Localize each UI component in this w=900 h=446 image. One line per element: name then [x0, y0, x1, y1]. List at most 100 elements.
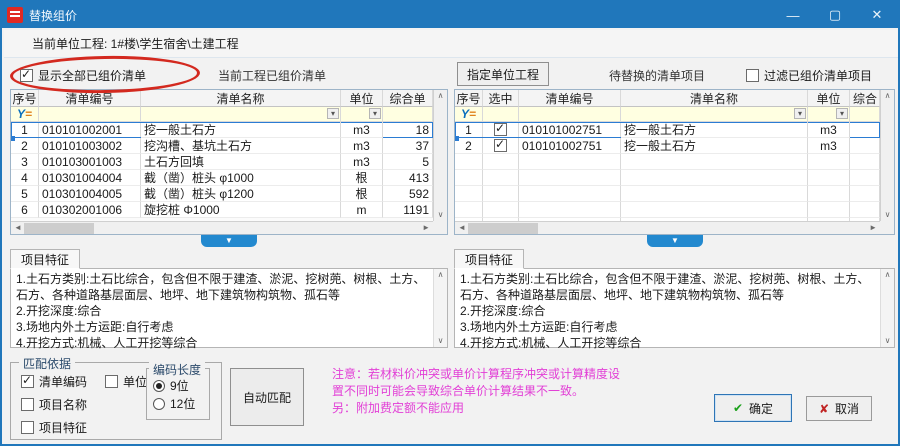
dropdown-icon[interactable]: ▾: [369, 108, 381, 119]
scroll-left-arrow[interactable]: ◄: [14, 224, 22, 232]
col-header-code[interactable]: 清单编号: [519, 90, 621, 107]
match-check-item-name[interactable]: 项目名称: [21, 396, 87, 413]
scroll-down-arrow[interactable]: ∨: [434, 337, 447, 345]
dropdown-icon[interactable]: ▾: [836, 108, 848, 119]
collapse-panel-button[interactable]: ▼: [647, 235, 703, 247]
filter-row[interactable]: Y= ▾ ▾: [11, 107, 433, 122]
table-row[interactable]: 1 010101002001 挖一般土石方 m3 18: [11, 122, 433, 138]
col-header-no[interactable]: 序号: [11, 90, 39, 107]
filter-priced-checkbox[interactable]: 过滤已组价清单项目: [746, 67, 872, 84]
radio-12-digits[interactable]: 12位: [153, 395, 195, 412]
scroll-down-arrow[interactable]: ∨: [881, 337, 894, 345]
table-header-row: 序号 选中 清单编号 清单名称 单位 综合: [455, 90, 880, 107]
checkbox-icon[interactable]: [21, 421, 34, 434]
radio-icon[interactable]: [153, 380, 165, 392]
match-check-item-features[interactable]: 项目特征: [21, 419, 87, 436]
checkbox-icon[interactable]: [20, 69, 33, 82]
scrollbar-thumb[interactable]: [24, 223, 94, 234]
table-row[interactable]: 5 010301004005 截（凿）桩头 φ1200 根 592: [11, 186, 433, 202]
filter-cell[interactable]: ▾: [808, 107, 850, 122]
cell-selected[interactable]: [483, 138, 519, 154]
col-header-unit[interactable]: 单位: [341, 90, 383, 107]
scroll-down-arrow[interactable]: ∨: [434, 211, 447, 219]
col-header-unit[interactable]: 单位: [808, 90, 850, 107]
filter-cell[interactable]: [383, 107, 433, 122]
scroll-right-arrow[interactable]: ►: [869, 224, 877, 232]
match-check-list-code[interactable]: 清单编码: [21, 373, 87, 390]
radio-icon[interactable]: [153, 398, 165, 410]
col-header-price[interactable]: 综合: [850, 90, 880, 107]
close-button[interactable]: ✕: [856, 2, 898, 28]
filter-icon[interactable]: Y=: [11, 107, 39, 122]
checkbox-icon[interactable]: [21, 398, 34, 411]
scroll-right-arrow[interactable]: ►: [422, 224, 430, 232]
filter-row[interactable]: Y= ▾ ▾: [455, 107, 880, 122]
cancel-button[interactable]: ✘ 取消: [806, 396, 872, 421]
app-icon: [7, 7, 23, 23]
tab-features-right[interactable]: 项目特征: [454, 249, 524, 269]
col-header-code[interactable]: 清单编号: [39, 90, 141, 107]
dropdown-icon[interactable]: ▾: [794, 108, 806, 119]
table-row[interactable]: 2 010101003002 挖沟槽、基坑土石方 m3 37: [11, 138, 433, 154]
table-row[interactable]: 3 010103001003 土石方回填 m3 5: [11, 154, 433, 170]
dropdown-icon[interactable]: ▾: [327, 108, 339, 119]
filter-cell[interactable]: [850, 107, 880, 122]
col-header-name[interactable]: 清单名称: [621, 90, 808, 107]
cell-selected[interactable]: [483, 122, 519, 138]
table-row[interactable]: 2 010101002751 挖一般土石方 m3: [455, 138, 880, 154]
checkbox-icon[interactable]: [21, 375, 34, 388]
cell-no: 2: [11, 138, 39, 154]
vertical-scrollbar[interactable]: ∧ ∨: [433, 90, 447, 221]
feature-line: 2.开挖深度:综合: [460, 303, 876, 319]
checkbox-icon[interactable]: [746, 69, 759, 82]
col-header-price[interactable]: 综合单: [383, 90, 433, 107]
filter-cell[interactable]: [39, 107, 141, 122]
scrollbar-thumb[interactable]: [468, 223, 538, 234]
col-header-name[interactable]: 清单名称: [141, 90, 341, 107]
maximize-button[interactable]: ▢: [814, 2, 856, 28]
vertical-scrollbar[interactable]: ∧ ∨: [880, 269, 894, 347]
show-all-checkbox[interactable]: 显示全部已组价清单: [20, 63, 146, 87]
horizontal-scrollbar[interactable]: ◄ ►: [11, 221, 433, 234]
cell-unit: m3: [808, 122, 850, 138]
match-check-unit[interactable]: 单位: [105, 373, 147, 390]
scroll-up-arrow[interactable]: ∧: [434, 271, 447, 279]
titlebar: 替换组价 — ▢ ✕: [2, 2, 898, 28]
checkbox-icon[interactable]: [494, 139, 507, 152]
scroll-down-arrow[interactable]: ∨: [881, 211, 894, 219]
table-row[interactable]: 4 010301004004 截（凿）桩头 φ1000 根 413: [11, 170, 433, 186]
radio-9-digits[interactable]: 9位: [153, 377, 189, 394]
assign-unit-project-button[interactable]: 指定单位工程: [457, 62, 549, 86]
auto-match-button[interactable]: 自动匹配: [230, 368, 304, 426]
filter-cell[interactable]: ▾: [141, 107, 341, 122]
minimize-button[interactable]: —: [772, 2, 814, 28]
horizontal-scrollbar[interactable]: ◄ ►: [455, 221, 880, 234]
cell-price: 413: [383, 170, 433, 186]
filter-icon[interactable]: Y=: [455, 107, 483, 122]
table-row[interactable]: 1 010101002751 挖一般土石方 m3: [455, 122, 880, 138]
scroll-up-arrow[interactable]: ∧: [881, 92, 894, 100]
col-header-no[interactable]: 序号: [455, 90, 483, 107]
filter-cell[interactable]: [483, 107, 519, 122]
checkbox-icon[interactable]: [105, 375, 118, 388]
empty-row[interactable]: [455, 186, 880, 202]
vertical-scrollbar[interactable]: ∧ ∨: [880, 90, 894, 221]
scroll-up-arrow[interactable]: ∧: [434, 92, 447, 100]
checkbox-label: 项目名称: [39, 396, 87, 413]
filter-cell[interactable]: [519, 107, 621, 122]
col-header-selected[interactable]: 选中: [483, 90, 519, 107]
tab-features-left[interactable]: 项目特征: [10, 249, 80, 269]
ok-button[interactable]: ✔ 确定: [714, 394, 792, 422]
filter-cell[interactable]: ▾: [621, 107, 808, 122]
checkbox-icon[interactable]: [494, 123, 507, 136]
empty-row[interactable]: [455, 154, 880, 170]
empty-row[interactable]: [455, 170, 880, 186]
table-row[interactable]: 6 010302001006 旋挖桩 Φ1000 m 1191: [11, 202, 433, 218]
collapse-panel-button[interactable]: ▼: [201, 235, 257, 247]
empty-row[interactable]: [455, 202, 880, 218]
scroll-up-arrow[interactable]: ∧: [881, 271, 894, 279]
vertical-scrollbar[interactable]: ∧ ∨: [433, 269, 447, 347]
groupbox-title: 编码长度: [149, 361, 205, 378]
scroll-left-arrow[interactable]: ◄: [458, 224, 466, 232]
filter-cell[interactable]: ▾: [341, 107, 383, 122]
